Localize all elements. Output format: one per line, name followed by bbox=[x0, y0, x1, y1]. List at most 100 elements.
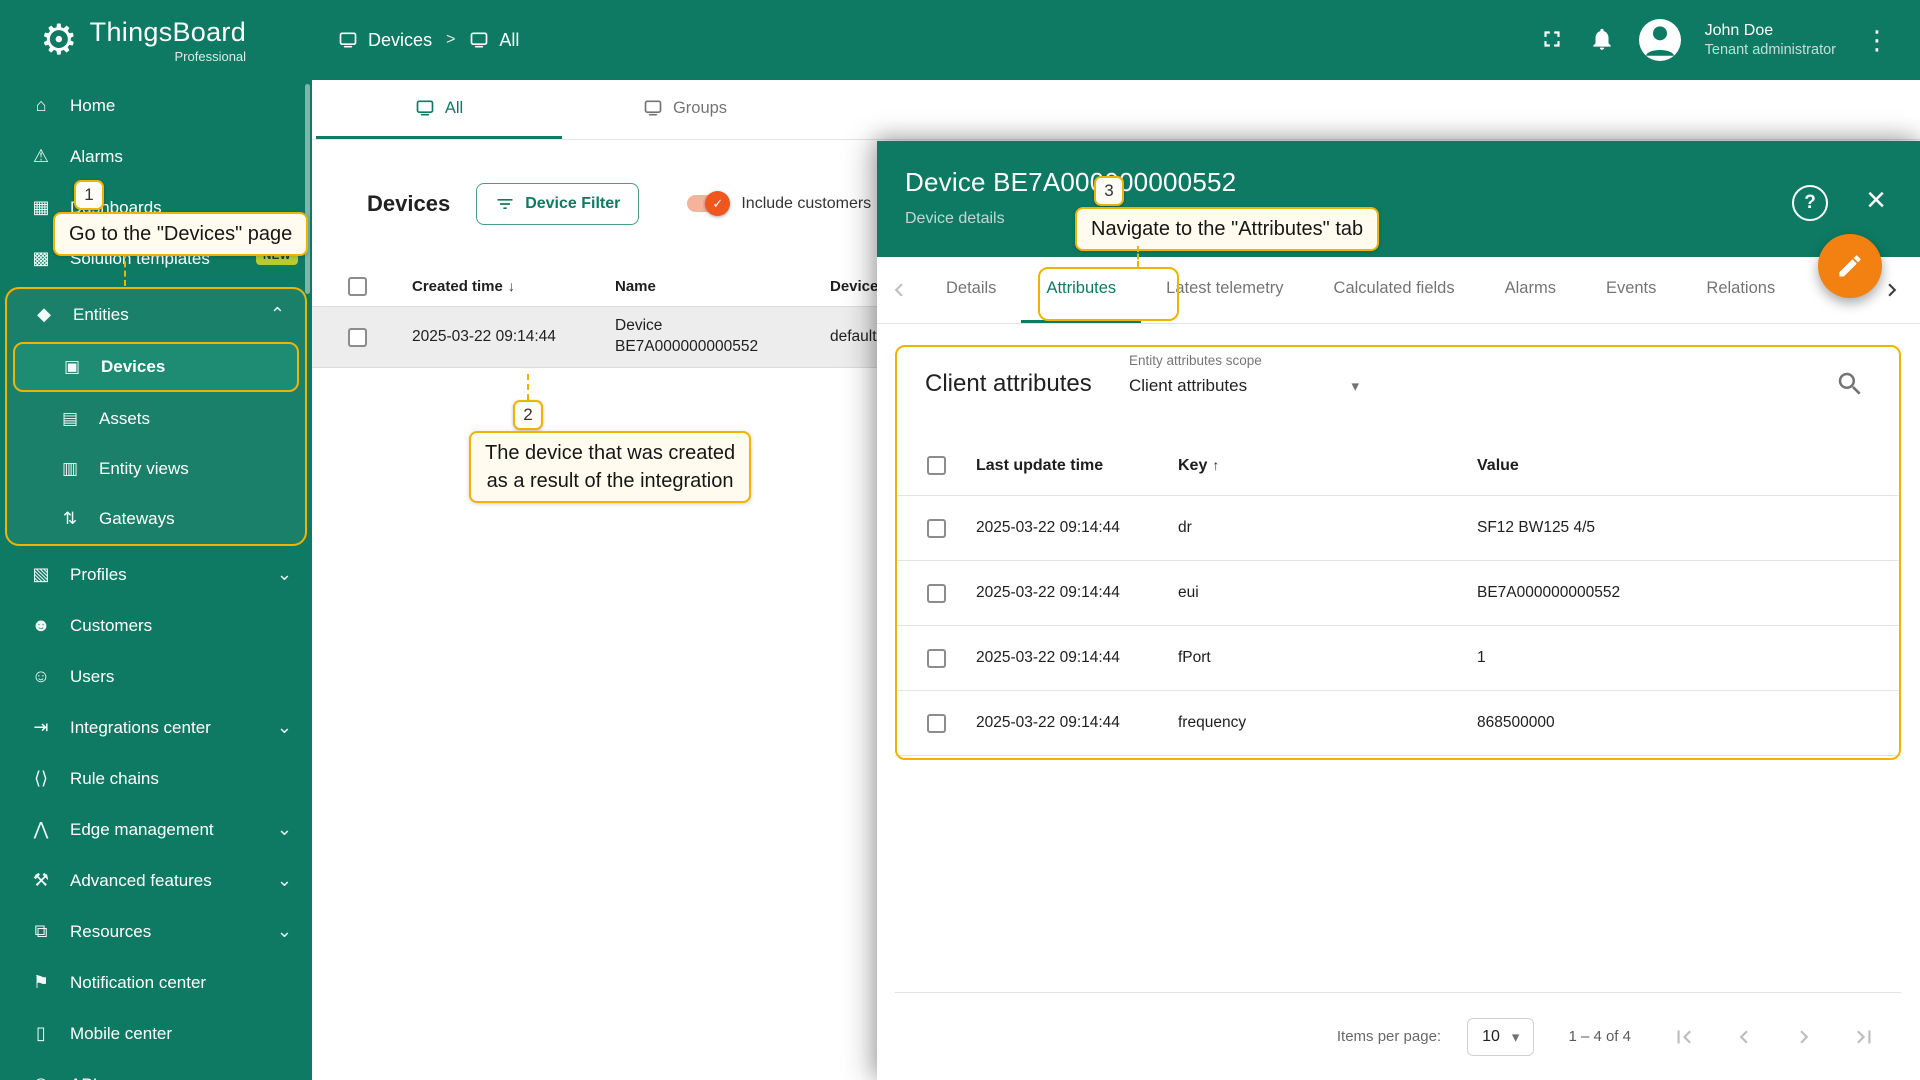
tab-all[interactable]: All bbox=[316, 80, 562, 139]
annotation-step-2-text: The device that was created as a result … bbox=[469, 431, 751, 503]
tab-events[interactable]: Events bbox=[1581, 257, 1681, 323]
cell-key: fPort bbox=[1178, 649, 1477, 667]
pencil-icon bbox=[1836, 252, 1864, 280]
sidebar-item-home[interactable]: ⌂ Home bbox=[0, 80, 312, 131]
chevron-down-icon: ⌄ bbox=[277, 717, 292, 738]
row-checkbox[interactable] bbox=[927, 714, 946, 733]
column-value[interactable]: Value bbox=[1477, 457, 1901, 475]
attribute-row[interactable]: 2025-03-22 09:14:44 dr SF12 BW125 4/5 bbox=[895, 496, 1901, 561]
groups-icon bbox=[643, 98, 663, 118]
search-button[interactable] bbox=[1835, 369, 1865, 402]
tab-details[interactable]: Details bbox=[921, 257, 1021, 323]
breadcrumb-devices[interactable]: Devices bbox=[338, 30, 432, 51]
annotation-step-3-text: Navigate to the "Attributes" tab bbox=[1075, 207, 1379, 251]
row-checkbox[interactable] bbox=[927, 584, 946, 603]
breadcrumb-separator: > bbox=[446, 31, 455, 49]
tab-attributes[interactable]: Attributes bbox=[1021, 257, 1141, 323]
more-menu-icon[interactable]: ⋮ bbox=[1860, 25, 1894, 56]
attributes-scope-select[interactable]: Client attributes ▾ bbox=[1129, 376, 1359, 396]
column-key[interactable]: Key bbox=[1178, 457, 1207, 474]
tab-latest-telemetry[interactable]: Latest telemetry bbox=[1141, 257, 1308, 323]
sidebar-item-devices[interactable]: ▣ Devices bbox=[13, 342, 299, 392]
search-icon bbox=[1835, 369, 1865, 399]
chevron-left-icon bbox=[886, 277, 912, 303]
sidebar-item-resources[interactable]: ⧉ Resources ⌄ bbox=[0, 906, 312, 957]
panel-title: Device BE7A000000000552 bbox=[905, 167, 1920, 198]
device-filter-button[interactable]: Device Filter bbox=[476, 183, 639, 225]
annotation-connector-line bbox=[527, 374, 529, 400]
assets-icon: ▤ bbox=[55, 409, 85, 429]
sidebar-item-alarms[interactable]: ⚠ Alarms bbox=[0, 131, 312, 182]
alarms-icon: ⚠ bbox=[26, 146, 56, 167]
attribute-row[interactable]: 2025-03-22 09:14:44 fPort 1 bbox=[895, 626, 1901, 691]
row-checkbox[interactable] bbox=[927, 519, 946, 538]
devices-icon bbox=[338, 30, 358, 50]
sidebar-item-customers[interactable]: ☻ Customers bbox=[0, 600, 312, 651]
sidebar-scrollbar[interactable] bbox=[305, 84, 310, 294]
sidebar-item-assets[interactable]: ▤ Assets bbox=[7, 394, 305, 444]
fullscreen-button[interactable] bbox=[1539, 26, 1565, 55]
profiles-icon: ▧ bbox=[26, 564, 56, 585]
avatar[interactable] bbox=[1639, 19, 1681, 61]
row-checkbox[interactable] bbox=[927, 649, 946, 668]
tab-alarms[interactable]: Alarms bbox=[1480, 257, 1581, 323]
panel-header: Device BE7A000000000552 Device details ?… bbox=[877, 141, 1920, 257]
breadcrumb-all[interactable]: All bbox=[469, 30, 519, 51]
sidebar-item-notification-center[interactable]: ⚑ Notification center bbox=[0, 957, 312, 1008]
include-customers-toggle[interactable]: ✓ bbox=[687, 195, 727, 212]
sidebar-item-api-usage[interactable]: ◎ API usage bbox=[0, 1059, 312, 1080]
items-per-page-select[interactable]: 10 ▾ bbox=[1467, 1018, 1534, 1056]
attributes-table-header: Last update time Key ↑ Value bbox=[895, 436, 1901, 496]
sort-asc-icon: ↑ bbox=[1212, 457, 1219, 473]
next-page-button[interactable] bbox=[1791, 1024, 1817, 1050]
page-title: Devices bbox=[367, 191, 450, 217]
user-info[interactable]: John Doe Tenant administrator bbox=[1705, 21, 1836, 59]
sidebar-item-advanced-features[interactable]: ⚒ Advanced features ⌄ bbox=[0, 855, 312, 906]
select-all-checkbox[interactable] bbox=[348, 277, 367, 296]
select-all-checkbox[interactable] bbox=[927, 456, 946, 475]
column-last-update-time[interactable]: Last update time bbox=[976, 457, 1178, 475]
last-page-button[interactable] bbox=[1851, 1024, 1877, 1050]
cell-time: 2025-03-22 09:14:44 bbox=[976, 584, 1178, 602]
sidebar-item-mobile-center[interactable]: ▯ Mobile center bbox=[0, 1008, 312, 1059]
notifications-button[interactable] bbox=[1589, 26, 1615, 55]
sidebar-item-entity-views[interactable]: ▥ Entity views bbox=[7, 444, 305, 494]
customers-icon: ☻ bbox=[26, 615, 56, 636]
entity-tabs: All Groups bbox=[312, 80, 1920, 140]
check-icon: ✓ bbox=[705, 191, 730, 216]
tab-calculated-fields[interactable]: Calculated fields bbox=[1309, 257, 1480, 323]
column-created-time[interactable]: Created time bbox=[412, 278, 503, 295]
tabs-scroll-left-button[interactable] bbox=[877, 257, 921, 323]
cell-time: 2025-03-22 09:14:44 bbox=[976, 714, 1178, 732]
attribute-row[interactable]: 2025-03-22 09:14:44 frequency 868500000 bbox=[895, 691, 1901, 756]
sidebar-item-integrations-center[interactable]: ⇥ Integrations center ⌄ bbox=[0, 702, 312, 753]
help-button[interactable]: ? bbox=[1792, 185, 1828, 221]
mobile-center-icon: ▯ bbox=[26, 1023, 56, 1044]
sidebar-item-entities[interactable]: ◆ Entities ⌃ bbox=[7, 289, 305, 340]
first-page-button[interactable] bbox=[1671, 1024, 1697, 1050]
tab-relations[interactable]: Relations bbox=[1681, 257, 1800, 323]
annotation-connector-line bbox=[1137, 246, 1139, 267]
entities-icon: ◆ bbox=[29, 304, 59, 325]
row-checkbox[interactable] bbox=[348, 328, 367, 347]
sidebar-item-users[interactable]: ☺ Users bbox=[0, 651, 312, 702]
sidebar-item-profiles[interactable]: ▧ Profiles ⌄ bbox=[0, 549, 312, 600]
sidebar-item-gateways[interactable]: ⇅ Gateways bbox=[7, 494, 305, 544]
breadcrumb: Devices > All bbox=[338, 30, 519, 51]
close-button[interactable]: × bbox=[1866, 183, 1886, 217]
column-name[interactable]: Name bbox=[615, 278, 830, 295]
previous-page-button[interactable] bbox=[1731, 1024, 1757, 1050]
help-icon: ? bbox=[1804, 192, 1816, 214]
entities-group-highlight: ◆ Entities ⌃ ▣ Devices ▤ Assets ▥ Entity… bbox=[5, 287, 307, 546]
annotation-step-1-text: Go to the "Devices" page bbox=[53, 212, 308, 256]
cell-device-name: Device BE7A000000000552 bbox=[615, 316, 765, 358]
sidebar-item-edge-management[interactable]: ⋀ Edge management ⌄ bbox=[0, 804, 312, 855]
user-role: Tenant administrator bbox=[1705, 41, 1836, 59]
gateways-icon: ⇅ bbox=[55, 509, 85, 529]
advanced-features-icon: ⚒ bbox=[26, 870, 56, 891]
sidebar-item-rule-chains[interactable]: ⟨⟩ Rule chains bbox=[0, 753, 312, 804]
thingsboard-logo[interactable]: ⚙ ThingsBoard Professional bbox=[40, 17, 246, 64]
attribute-row[interactable]: 2025-03-22 09:14:44 eui BE7A000000000552 bbox=[895, 561, 1901, 626]
edit-fab-button[interactable] bbox=[1818, 234, 1882, 298]
tab-groups[interactable]: Groups bbox=[562, 80, 808, 139]
